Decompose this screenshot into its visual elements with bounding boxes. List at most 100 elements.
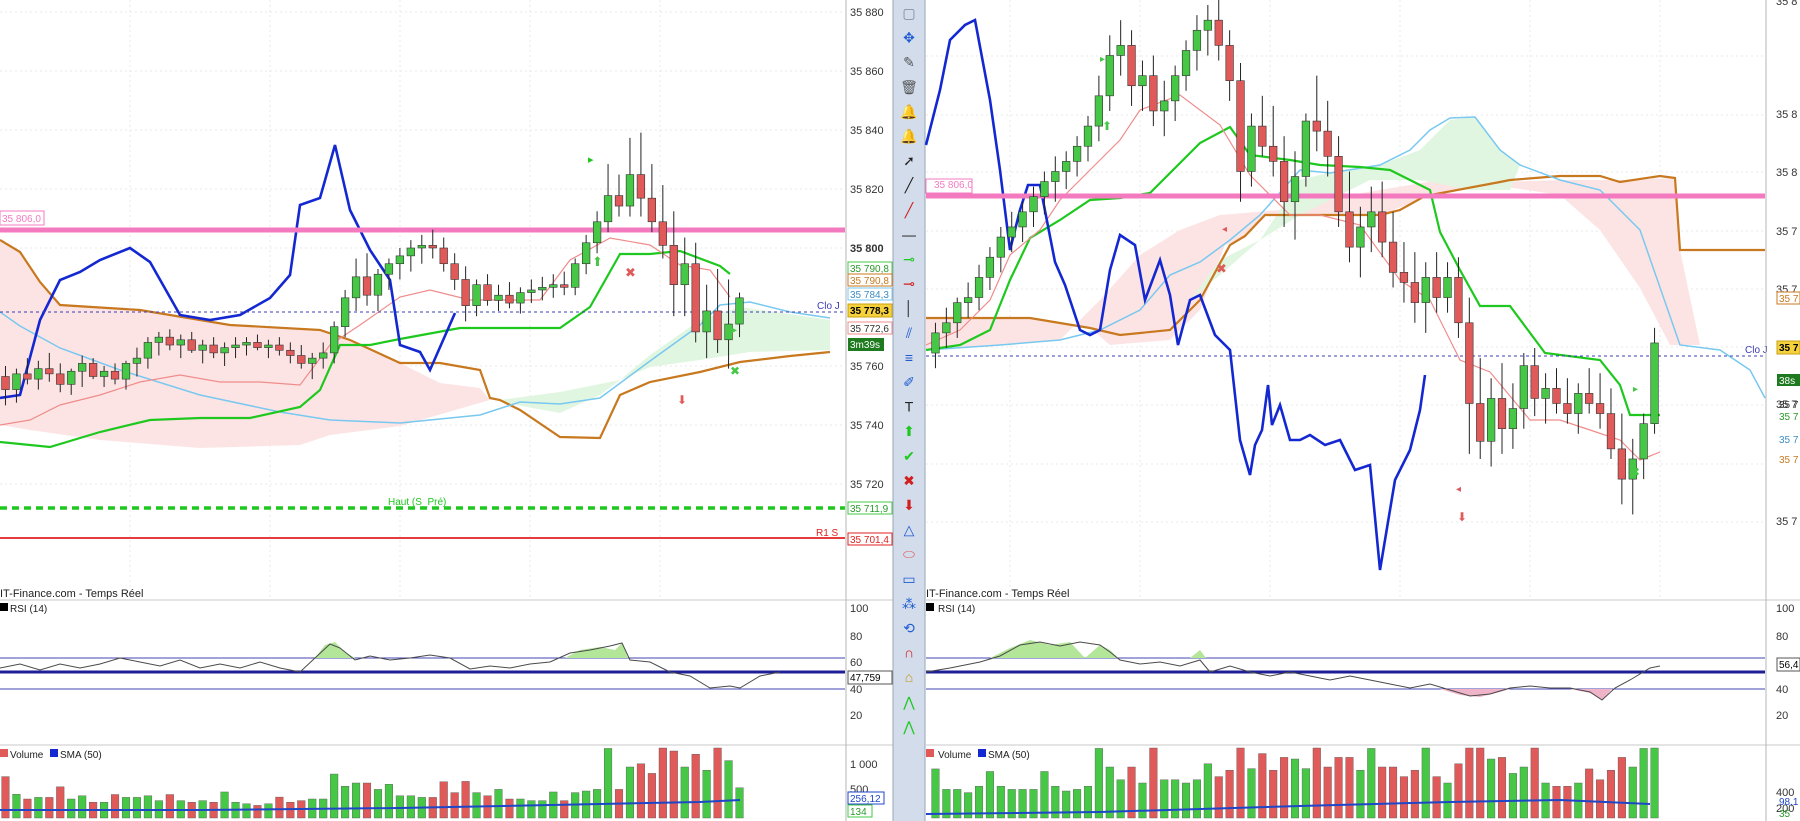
candle — [527, 289, 536, 293]
elliott-icon[interactable]: ⋀ — [902, 718, 915, 734]
svg-text:35: 35 — [1779, 809, 1791, 820]
cycle-tool-icon[interactable]: ⟲ — [903, 620, 915, 636]
trash-icon[interactable]: 🗑 — [900, 79, 918, 95]
candle — [121, 363, 131, 380]
candle — [1606, 413, 1616, 450]
volume-bar — [352, 782, 361, 819]
ssb-badge: 35 790,8 — [850, 276, 889, 287]
svg-text:35 760: 35 760 — [850, 361, 884, 373]
hline-icon[interactable]: — — [902, 226, 916, 242]
check-tool-icon[interactable]: ✔ — [903, 448, 915, 464]
svg-text:60: 60 — [850, 657, 862, 669]
volume-bar — [1323, 766, 1332, 819]
crosshair-icon[interactable]: ✥ — [903, 30, 915, 46]
clo-j-label-right: Clo J — [1745, 345, 1768, 356]
candle — [1443, 277, 1452, 298]
candle — [1312, 120, 1321, 132]
line-tool-icon[interactable]: ╱ — [904, 177, 915, 194]
candle — [319, 352, 328, 359]
volume-bar — [735, 787, 744, 819]
candle — [362, 276, 372, 296]
cross-tool-icon[interactable]: ✖ — [903, 472, 915, 488]
volume-bar — [1334, 757, 1343, 819]
candle — [67, 370, 76, 385]
candle — [549, 284, 558, 288]
candle — [1236, 80, 1245, 172]
candle — [1105, 55, 1114, 97]
pattern-tool-icon[interactable]: ⁂ — [902, 595, 916, 611]
candle — [1062, 161, 1071, 172]
pen-icon[interactable]: ✎ — [903, 54, 915, 70]
candle — [1497, 398, 1507, 429]
volume-bar — [1410, 770, 1419, 819]
candle — [1595, 403, 1605, 414]
candle — [1018, 211, 1027, 228]
svg-text:35 7: 35 7 — [1779, 412, 1799, 423]
rsi-value-badge: 47,759 — [850, 673, 881, 684]
buy-arrow-icon: ▸ — [588, 154, 594, 166]
volume-bar — [1432, 776, 1441, 819]
lock-icon[interactable]: ⌂ — [905, 669, 913, 685]
hray-green-icon[interactable]: ⊸ — [903, 251, 915, 267]
svg-text:80: 80 — [1776, 631, 1788, 643]
volume-bar — [143, 795, 152, 819]
volume-bar — [691, 754, 700, 819]
candle — [1345, 211, 1354, 248]
zigzag-icon[interactable]: ⋀ — [902, 694, 915, 710]
candle — [297, 355, 306, 364]
candle — [1029, 196, 1038, 213]
candle — [1, 376, 10, 390]
fibo-icon[interactable]: ≡ — [905, 349, 913, 365]
volume-bar — [1105, 766, 1114, 819]
candle — [99, 370, 109, 377]
volume-bar — [1454, 763, 1463, 819]
ellipse-tool-icon[interactable]: ⬭ — [903, 546, 915, 562]
volume-bar — [713, 747, 722, 819]
candle — [931, 332, 940, 354]
arrow-tool-icon[interactable]: ➚ — [903, 153, 915, 169]
candle — [560, 284, 569, 288]
volume-bar — [23, 798, 32, 819]
red-line-icon[interactable]: ╱ — [904, 202, 915, 219]
svg-text:35 8: 35 8 — [1776, 109, 1797, 121]
down-arrow-tool-icon[interactable]: ⬇ — [903, 497, 915, 513]
last-price-badge: 35 778,3 — [850, 306, 889, 317]
alert-icon[interactable]: 🔔 — [900, 103, 917, 120]
volume-bar — [1280, 757, 1289, 819]
volume-bar — [450, 792, 459, 819]
candle — [735, 297, 744, 325]
hray-red-icon[interactable]: ⊸ — [903, 276, 915, 292]
countdown-badge-right: 38s — [1779, 376, 1795, 387]
down-arrow-icon: ⬇ — [677, 393, 687, 407]
volume-bar — [724, 760, 733, 819]
text-tool-icon[interactable]: T — [905, 399, 914, 415]
volume-bar — [1508, 773, 1517, 819]
candle — [1247, 125, 1256, 172]
pencil-tool-icon[interactable]: ✐ — [903, 374, 915, 390]
channel-icon[interactable]: ⫽ — [905, 325, 913, 341]
volume-bar — [1476, 747, 1485, 819]
volume-bar — [1171, 779, 1180, 819]
candle — [56, 373, 65, 385]
candle — [1378, 211, 1387, 243]
up-arrow-tool-icon[interactable]: ⬆ — [903, 423, 915, 439]
candle — [1530, 365, 1539, 399]
vline-icon[interactable]: │ — [905, 300, 914, 318]
volume-bar — [669, 750, 678, 819]
volume-bar — [658, 747, 667, 819]
candle — [1171, 75, 1180, 102]
volume-bar — [45, 797, 54, 819]
candle — [1214, 19, 1223, 46]
magnet-icon[interactable]: ∩ — [904, 645, 914, 661]
candle — [625, 174, 635, 207]
candle — [1051, 171, 1060, 182]
candle — [1432, 277, 1441, 298]
volume-bar — [1639, 748, 1648, 819]
candle — [1181, 50, 1191, 76]
r1-level-label: R1 S — [816, 528, 839, 539]
candle — [472, 284, 481, 306]
cursor-icon[interactable]: ▢ — [902, 5, 915, 21]
alert-add-icon[interactable]: 🔔 — [900, 128, 917, 145]
rect-tool-icon[interactable]: ▭ — [902, 571, 915, 587]
triangle-tool-icon[interactable]: △ — [904, 522, 915, 538]
